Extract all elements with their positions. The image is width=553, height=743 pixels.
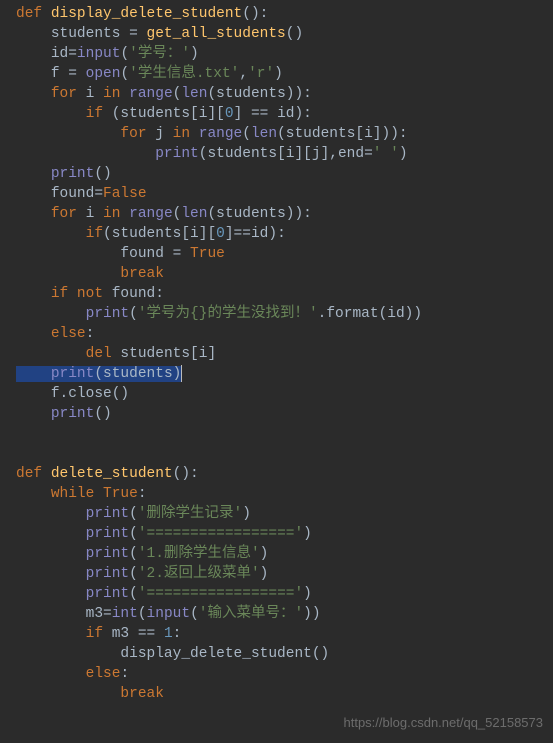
line-25: while True: <box>16 486 147 502</box>
line-2: students = get_all_students() <box>16 26 303 42</box>
line-19-highlight: print(students) <box>16 366 181 382</box>
line-26: print('删除学生记录') <box>16 506 251 522</box>
line-20: f.close() <box>16 386 129 402</box>
line-33: display_delete_student() <box>16 646 329 662</box>
line-17: else: <box>16 326 94 342</box>
line-27: print('=================') <box>16 526 312 542</box>
line-15: if not found: <box>16 286 164 302</box>
line-1: def display_delete_student(): <box>16 6 268 22</box>
line-24: def delete_student(): <box>16 466 199 482</box>
line-21: print() <box>16 406 112 422</box>
line-9: print() <box>16 166 112 182</box>
line-34: else: <box>16 666 129 682</box>
line-12: if(students[i][0]==id): <box>16 226 286 242</box>
line-10: found=False <box>16 186 147 202</box>
line-32: if m3 == 1: <box>16 626 181 642</box>
line-7: for j in range(len(students[i])): <box>16 126 408 142</box>
line-8: print(students[i][j],end=' ') <box>16 146 408 162</box>
line-29: print('2.返回上级菜单') <box>16 566 268 582</box>
line-3: id=input('学号：') <box>16 46 199 62</box>
line-28: print('1.删除学生信息') <box>16 546 268 562</box>
watermark-text: https://blog.csdn.net/qq_52158573 <box>344 713 544 733</box>
line-4: f = open('学生信息.txt','r') <box>16 66 283 82</box>
line-18: del students[i] <box>16 346 216 362</box>
line-31: m3=int(input('输入菜单号：')) <box>16 606 321 622</box>
code-block: def display_delete_student(): students =… <box>0 0 553 704</box>
line-5: for i in range(len(students)): <box>16 86 312 102</box>
line-11: for i in range(len(students)): <box>16 206 312 222</box>
line-16: print('学号为{}的学生没找到！'.format(id)) <box>16 306 422 322</box>
line-30: print('=================') <box>16 586 312 602</box>
line-6: if (students[i][0] == id): <box>16 106 312 122</box>
line-14: break <box>16 266 164 282</box>
line-35: break <box>16 686 164 702</box>
line-13: found = True <box>16 246 225 262</box>
